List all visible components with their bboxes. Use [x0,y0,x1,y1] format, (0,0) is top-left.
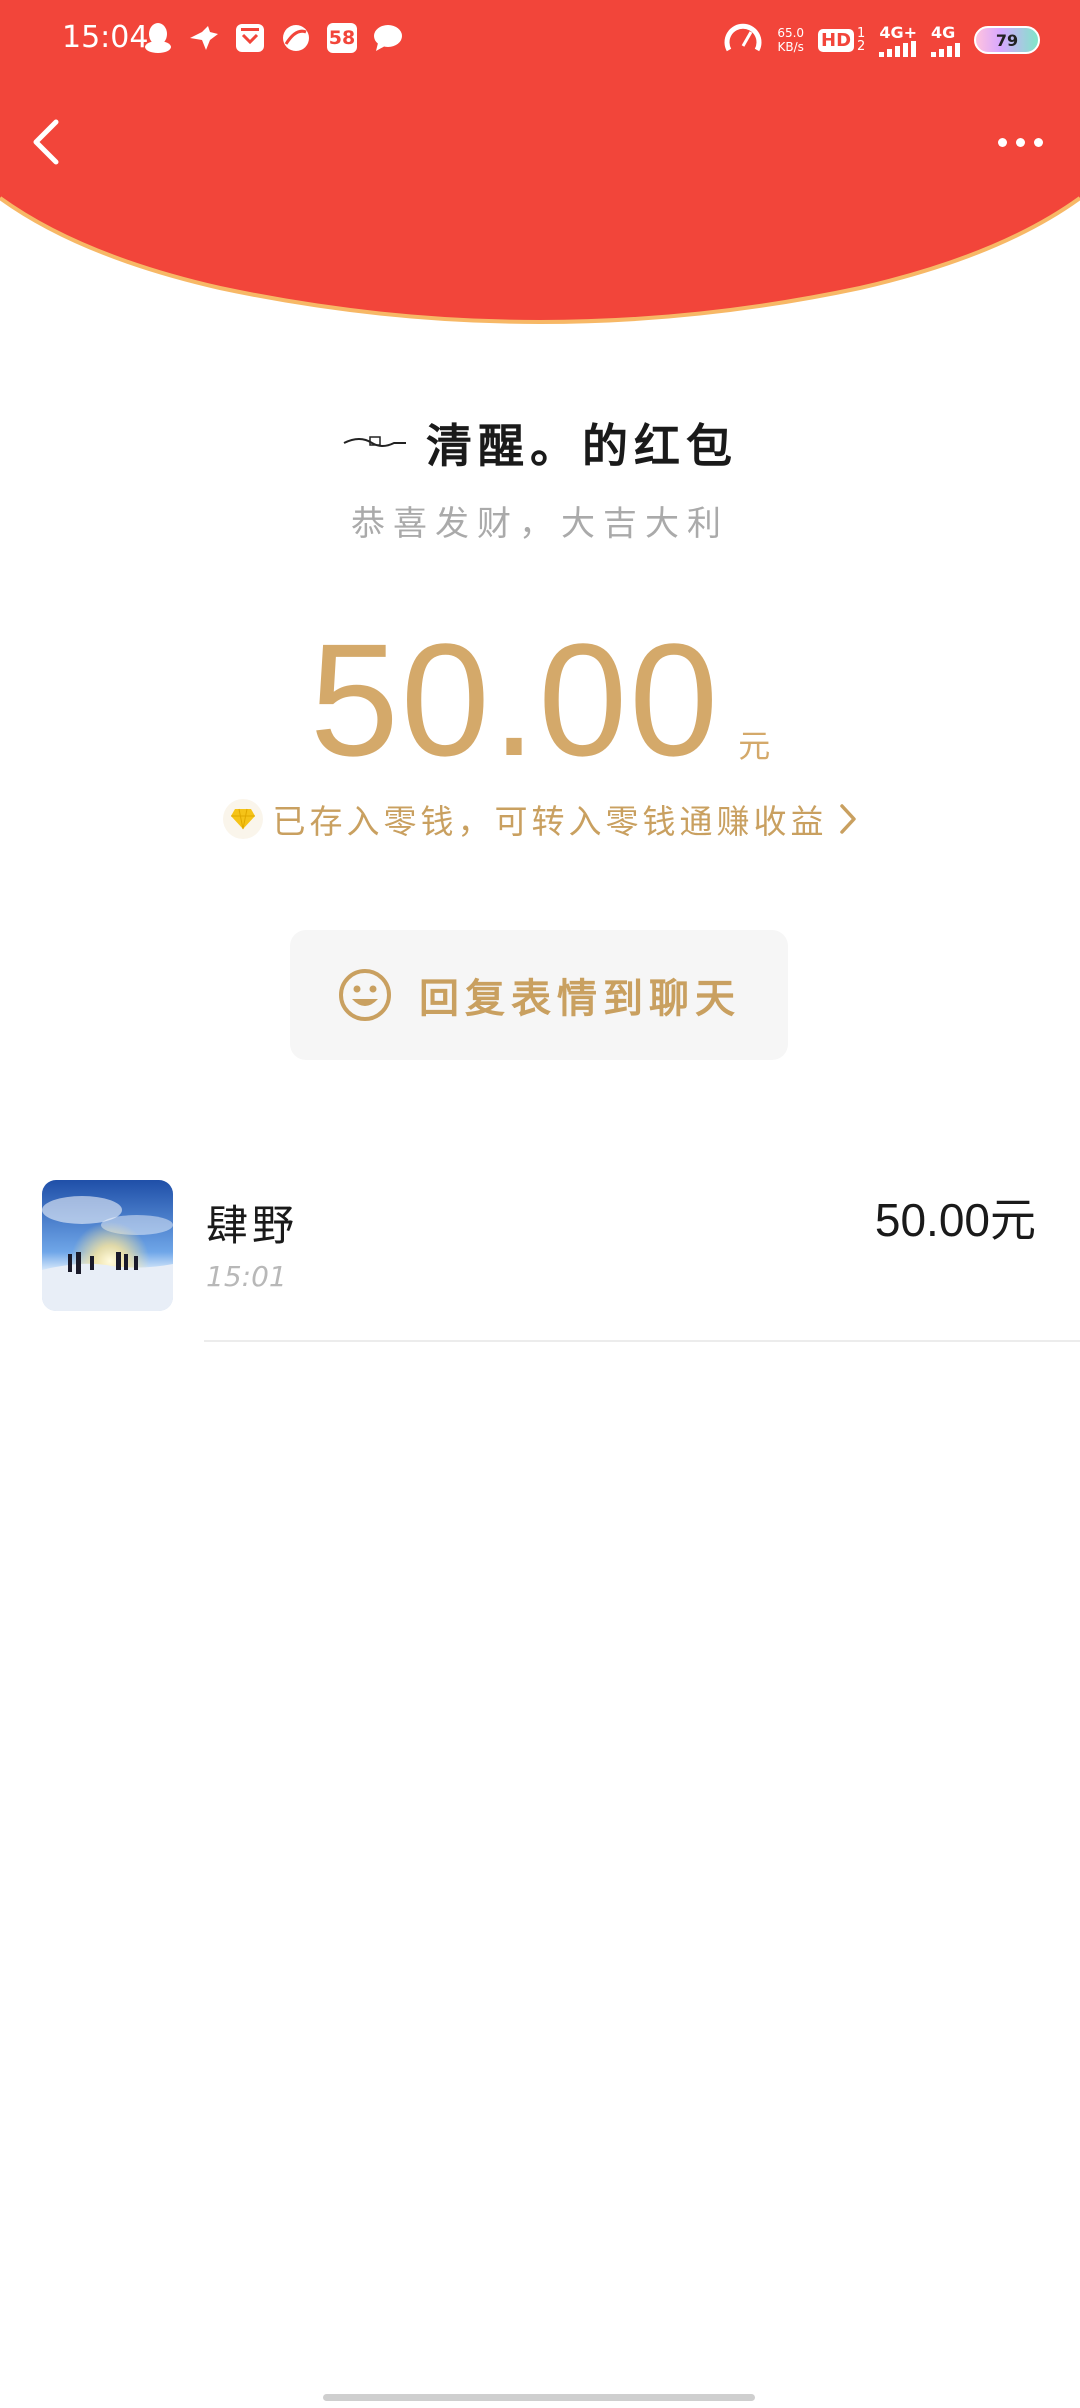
packet-amount: 50.00 [309,610,721,789]
chat-bubble-icon [372,22,404,54]
status-right-group: 65.0 KB/s HD 1 2 4G+ 4G 79 [723,20,1040,60]
hd-label: HD [818,28,855,52]
amount-unit: 元 [738,727,771,765]
speedometer-icon [723,20,763,60]
receiver-name: 肆野 [206,1201,299,1250]
amount-row: 50.00 元 [0,610,1080,789]
chevron-right-icon [839,804,856,834]
chevron-left-icon [33,119,59,165]
receiver-time: 15:01 [206,1260,287,1293]
reply-sticker-button[interactable]: 回复表情到聊天 [290,930,788,1060]
network-speed-unit: KB/s [777,40,804,54]
qq-icon [142,22,174,54]
packet-title: 清醒。的红包 [426,419,738,473]
sender-ornament-icon [343,436,406,447]
battery-level: 79 [995,30,1019,50]
status-bar: 15:04 58 65.0 KB/s HD 1 2 4G+ 4G 79 [0,0,1080,84]
home-indicator[interactable] [323,2394,755,2401]
notification-icons: 58 [142,22,404,54]
status-time: 15:04 [62,20,149,55]
sim1-label: 4G+ [879,22,917,42]
more-dot-icon [1015,137,1025,147]
diamond-icon [222,799,263,839]
network-speed-value: 65.0 [777,26,805,40]
packet-greeting: 恭喜发财，大吉大利 [351,504,729,544]
packet-title-row: 清醒。的红包 [0,408,1080,478]
hd-sub-bottom: 2 [857,39,866,54]
network-speed: 65.0 KB/s [777,26,804,54]
receiver-avatar[interactable] [42,1180,173,1311]
list-divider [204,1340,1080,1342]
smiley-icon [339,969,391,1021]
back-button[interactable] [22,110,72,170]
more-dot-icon [997,137,1007,147]
more-options-button[interactable] [990,122,1050,162]
signal-sim1-icon: 4G+ [879,24,917,57]
bird-icon [188,22,220,54]
reply-sticker-label: 回复表情到聊天 [419,975,741,1022]
wallet-note-link[interactable]: 已存入零钱，可转入零钱通赚收益 [0,795,1080,843]
sim2-label: 4G [931,22,956,42]
browser-icon [280,22,312,54]
battery-icon: 79 [974,26,1040,54]
calendar-icon [234,22,266,54]
signal-sim2-icon: 4G [931,24,960,57]
58-icon: 58 [326,22,358,54]
more-dot-icon [1033,137,1043,147]
hd-badge: HD 1 2 [818,27,865,53]
receiver-amount: 50.00元 [874,1194,1036,1246]
receiver-list-item[interactable]: 肆野 15:01 50.00元 [0,1172,1080,1342]
wallet-note-text: 已存入零钱，可转入零钱通赚收益 [272,802,828,841]
